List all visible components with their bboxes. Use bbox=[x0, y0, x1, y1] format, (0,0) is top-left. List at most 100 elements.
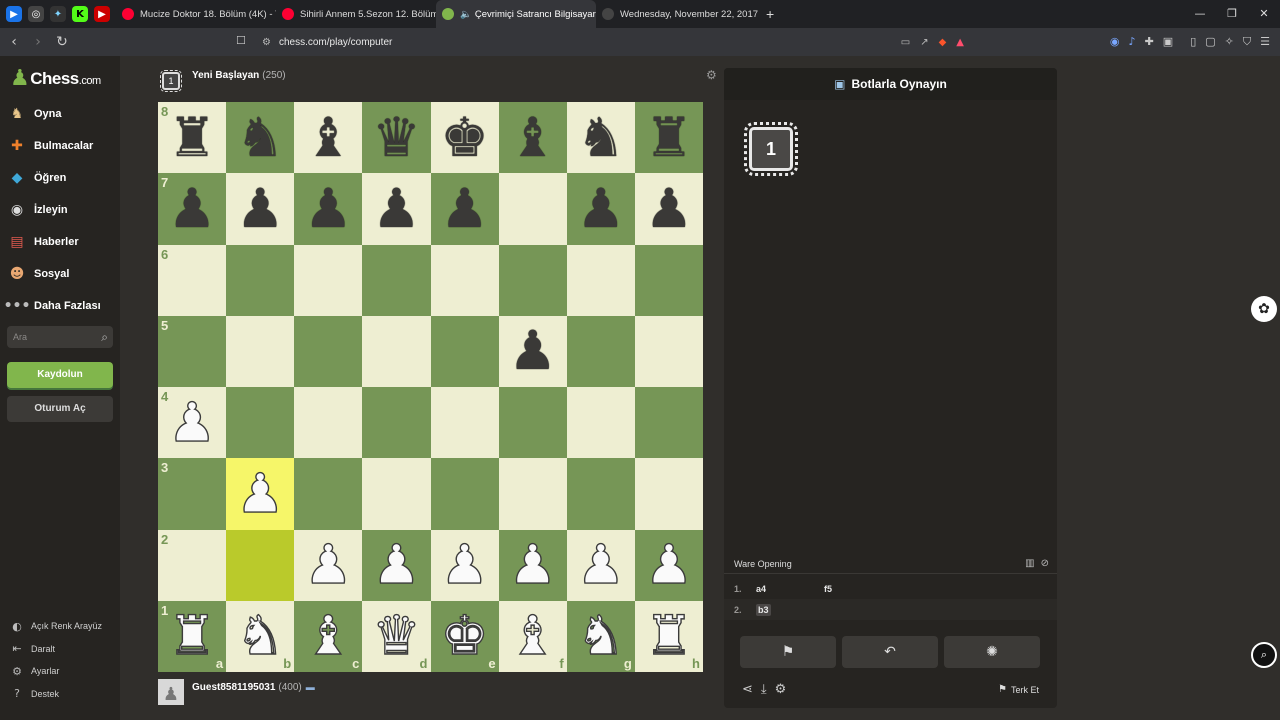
square-g8[interactable]: ♞ bbox=[566, 102, 635, 174]
square-b8[interactable]: ♞ bbox=[226, 102, 295, 174]
square-d3[interactable] bbox=[362, 458, 431, 530]
black-knight-icon[interactable]: ♞ bbox=[577, 110, 625, 165]
minimize-icon[interactable]: — bbox=[1184, 0, 1216, 28]
undo-button[interactable]: ↶ bbox=[842, 636, 938, 668]
sidebar-item-collapse[interactable]: ⇤ Daralt bbox=[10, 638, 102, 661]
square-c6[interactable] bbox=[294, 244, 363, 316]
square-a1[interactable]: 1 a ♜ bbox=[158, 600, 227, 672]
sidebar-item-play[interactable]: ♞ Oyna bbox=[8, 98, 101, 130]
url-field[interactable]: ⚙ chess.com/play/computer ▭ ↗ ◆ ▲ bbox=[254, 31, 974, 53]
browser-tab[interactable]: Mucize Doktor 18. Bölüm (4K) - YouT bbox=[116, 0, 276, 28]
square-a4[interactable]: 4 ♟ bbox=[158, 387, 227, 459]
floating-ai-icon[interactable]: ✿ bbox=[1251, 296, 1277, 322]
square-a2[interactable]: 2 bbox=[158, 529, 227, 601]
black-pawn-icon[interactable]: ♟ bbox=[168, 181, 216, 236]
square-a5[interactable]: 5 bbox=[158, 315, 227, 387]
reload-icon[interactable]: ↻ bbox=[52, 34, 72, 50]
black-pawn-icon[interactable]: ♟ bbox=[577, 181, 625, 236]
square-g4[interactable] bbox=[566, 387, 635, 459]
square-g7[interactable]: ♟ bbox=[566, 173, 635, 245]
white-knight-icon[interactable]: ♞ bbox=[576, 608, 626, 663]
sidebar-item-more[interactable]: ••• Daha Fazlası bbox=[4, 290, 101, 322]
search-input[interactable]: Ara ⌕ bbox=[7, 326, 113, 348]
white-rook-icon[interactable]: ♜ bbox=[167, 608, 217, 663]
white-bishop-icon[interactable]: ♝ bbox=[508, 608, 558, 663]
square-h8[interactable]: ♜ bbox=[634, 102, 703, 174]
square-b7[interactable]: ♟ bbox=[226, 173, 295, 245]
square-a3[interactable]: 3 bbox=[158, 458, 227, 530]
square-b4[interactable] bbox=[226, 387, 295, 459]
black-pawn-icon[interactable]: ♟ bbox=[304, 181, 352, 236]
pinned-tab-icon[interactable]: K bbox=[72, 6, 88, 22]
square-f4[interactable] bbox=[498, 387, 567, 459]
site-info-icon[interactable]: ⚙ bbox=[262, 37, 271, 48]
move-white[interactable]: a4 bbox=[756, 584, 824, 594]
square-c4[interactable] bbox=[294, 387, 363, 459]
white-pawn-icon[interactable]: ♟ bbox=[372, 537, 422, 592]
brave-rewards-icon[interactable]: ▲ bbox=[956, 37, 964, 48]
square-f8[interactable]: ♝ bbox=[498, 102, 567, 174]
black-knight-icon[interactable]: ♞ bbox=[236, 110, 284, 165]
share-icon[interactable]: ⋖ bbox=[742, 682, 753, 697]
white-pawn-icon[interactable]: ♟ bbox=[440, 537, 490, 592]
square-e3[interactable] bbox=[430, 458, 499, 530]
square-b5[interactable] bbox=[226, 315, 295, 387]
square-b2[interactable] bbox=[226, 529, 295, 601]
browser-tab-active[interactable]: 🔈 Çevrimiçi Satrancı Bilgisayara ✕ bbox=[436, 0, 596, 28]
white-pawn-icon[interactable]: ♟ bbox=[303, 537, 353, 592]
board-settings-icon[interactable]: ⚙ bbox=[706, 68, 717, 82]
resign-button[interactable]: ⚑ Terk Et bbox=[998, 684, 1039, 695]
square-a8[interactable]: 8 ♜ bbox=[158, 102, 227, 174]
black-pawn-icon[interactable]: ♟ bbox=[372, 181, 420, 236]
menu-icon[interactable]: ☰ bbox=[1260, 35, 1270, 49]
black-bishop-icon[interactable]: ♝ bbox=[508, 110, 556, 165]
sidebar-item-puzzles[interactable]: ✚ Bulmacalar bbox=[8, 130, 101, 162]
white-king-icon[interactable]: ♚ bbox=[440, 608, 490, 663]
square-h3[interactable] bbox=[634, 458, 703, 530]
square-g2[interactable]: ♟ bbox=[566, 529, 635, 601]
black-pawn-icon[interactable]: ♟ bbox=[440, 181, 488, 236]
black-pawn-icon[interactable]: ♟ bbox=[236, 181, 284, 236]
wallet-icon[interactable]: ▢ bbox=[1205, 35, 1215, 49]
new-tab-button[interactable]: + bbox=[760, 0, 780, 28]
black-king-icon[interactable]: ♚ bbox=[440, 110, 488, 165]
back-icon[interactable]: ‹ bbox=[4, 34, 24, 50]
black-bishop-icon[interactable]: ♝ bbox=[304, 110, 352, 165]
square-e6[interactable] bbox=[430, 244, 499, 316]
chess-com-logo[interactable]: ♟ Chess .com bbox=[10, 66, 101, 91]
signup-button[interactable]: Kaydolun bbox=[7, 362, 113, 388]
guest-avatar[interactable]: ♟ bbox=[158, 679, 184, 705]
square-d1[interactable]: d ♛ bbox=[362, 600, 431, 672]
move-white-current[interactable]: b3 bbox=[756, 603, 771, 616]
pinned-tab-icon[interactable]: ▶ bbox=[94, 6, 110, 22]
square-e5[interactable] bbox=[430, 315, 499, 387]
square-h7[interactable]: ♟ bbox=[634, 173, 703, 245]
square-a6[interactable]: 6 bbox=[158, 244, 227, 316]
extension-icon[interactable]: ◉ bbox=[1110, 35, 1120, 49]
square-d5[interactable] bbox=[362, 315, 431, 387]
white-pawn-icon[interactable]: ♟ bbox=[576, 537, 626, 592]
pinned-tab-icon[interactable]: ✦ bbox=[50, 6, 66, 22]
square-b6[interactable] bbox=[226, 244, 295, 316]
square-c8[interactable]: ♝ bbox=[294, 102, 363, 174]
cast-icon[interactable]: ▭ bbox=[901, 37, 910, 48]
pinned-tab-icon[interactable]: ◎ bbox=[28, 6, 44, 22]
square-g6[interactable] bbox=[566, 244, 635, 316]
square-e4[interactable] bbox=[430, 387, 499, 459]
square-d7[interactable]: ♟ bbox=[362, 173, 431, 245]
square-f3[interactable] bbox=[498, 458, 567, 530]
settings-icon[interactable]: ⚙ bbox=[775, 682, 787, 697]
white-knight-icon[interactable]: ♞ bbox=[235, 608, 285, 663]
vpn-icon[interactable]: ⛉ bbox=[1243, 35, 1251, 49]
square-g3[interactable] bbox=[566, 458, 635, 530]
square-f5[interactable]: ♟ bbox=[498, 315, 567, 387]
extension-icon[interactable]: ▣ bbox=[1163, 35, 1173, 49]
sidebar-item-learn[interactable]: ◆ Öğren bbox=[8, 162, 101, 194]
download-icon[interactable]: ⤓ bbox=[761, 682, 767, 697]
square-h5[interactable] bbox=[634, 315, 703, 387]
square-b1[interactable]: b ♞ bbox=[226, 600, 295, 672]
sidebar-item-news[interactable]: ▤ Haberler bbox=[8, 226, 101, 258]
explore-icon[interactable]: ⊘ bbox=[1041, 558, 1049, 569]
square-c3[interactable] bbox=[294, 458, 363, 530]
square-a7[interactable]: 7 ♟ bbox=[158, 173, 227, 245]
